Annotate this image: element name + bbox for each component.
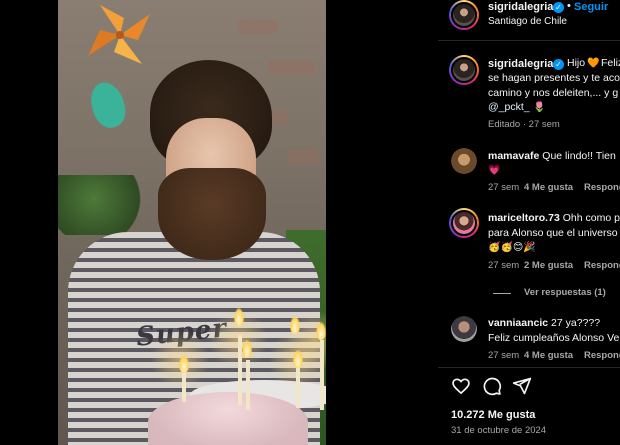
birthday-cake — [148, 392, 308, 445]
view-replies-button[interactable]: Ver respuestas (1) — [524, 287, 606, 298]
instagram-post-modal: Super sigridalegria ✓ • Seguir — [0, 0, 620, 445]
commenter-avatar[interactable] — [451, 316, 477, 342]
comment-text: vanniaancic 27 ya???? — [488, 316, 600, 331]
brick — [288, 150, 318, 164]
commenter-avatar[interactable] — [451, 148, 477, 174]
commenter-avatar[interactable] — [449, 208, 479, 238]
comment-likes[interactable]: 4 Me gusta — [524, 350, 573, 361]
commenter-username[interactable]: vanniaancic — [488, 317, 548, 329]
candle-flame — [179, 355, 189, 373]
post-detail-panel: sigridalegria ✓ • Seguir Santiago de Chi… — [438, 0, 620, 445]
separator-dot: • — [567, 0, 571, 12]
candle-flame — [234, 308, 244, 326]
candle — [296, 368, 300, 408]
comment-time: 27 sem — [488, 260, 520, 271]
candle-flame — [242, 340, 252, 358]
comment-likes[interactable]: 2 Me gusta — [524, 260, 573, 271]
caption-text: Feliz — [601, 57, 620, 69]
comment-text: para Alonso que el universo — [488, 227, 618, 239]
verified-badge-icon: ✓ — [553, 59, 564, 70]
comment-time: 27 sem — [488, 182, 520, 193]
divider — [438, 367, 620, 368]
comment-icon[interactable] — [482, 376, 502, 396]
caption-text-start: Hijo — [567, 57, 586, 69]
party-emojis: 🥳🥳😊🎉 — [488, 242, 536, 253]
location-link[interactable]: Santiago de Chile — [488, 16, 567, 27]
candle — [238, 335, 242, 405]
follow-button[interactable]: Seguir — [574, 1, 608, 13]
candle — [246, 360, 250, 410]
like-count[interactable]: 10.272 Me gusta — [451, 409, 535, 421]
tulip-emoji: 🌷 — [533, 102, 546, 113]
reply-button[interactable]: Respond — [584, 182, 620, 193]
candle-flame — [290, 316, 300, 334]
beard — [158, 168, 266, 260]
reply-button[interactable]: Respond — [584, 260, 620, 271]
divider — [438, 40, 620, 41]
share-icon[interactable] — [512, 376, 532, 396]
caption-author-username[interactable]: sigridalegria — [488, 58, 553, 70]
author-username[interactable]: sigridalegria — [488, 1, 553, 13]
comment-body: Que lindo!! Tien — [542, 150, 616, 162]
candle — [182, 372, 186, 402]
candle — [320, 340, 324, 410]
like-icon[interactable] — [451, 376, 471, 396]
comment-text: Feliz cumpleaños Alonso Ve — [488, 332, 620, 344]
plant-leaves — [58, 175, 148, 235]
comment-text: mariceltoro.73 Ohh como p — [488, 211, 620, 226]
mention-link[interactable]: @_pckt_ — [488, 101, 530, 113]
brick — [238, 20, 278, 34]
brick — [268, 60, 314, 74]
comment-body: Ohh como p — [562, 212, 620, 224]
author-avatar[interactable] — [449, 0, 479, 30]
post-date: 31 de octubre de 2024 — [451, 425, 547, 436]
pink-heart-emoji: 💗 — [488, 165, 501, 176]
commenter-username[interactable]: mariceltoro.73 — [488, 212, 560, 224]
candle-flame — [293, 350, 303, 368]
candle-flame — [316, 322, 326, 340]
caption-text: se hagan presentes y te aco — [488, 72, 620, 84]
replies-line — [493, 293, 511, 294]
comment-body: 27 ya???? — [551, 317, 601, 329]
comment-time: 27 sem — [488, 350, 520, 361]
caption-author-avatar[interactable] — [449, 55, 479, 85]
reply-button[interactable]: Respond — [584, 350, 620, 361]
comment-likes[interactable]: 4 Me gusta — [524, 182, 573, 193]
orange-heart-emoji: 🧡 — [587, 58, 600, 69]
commenter-username[interactable]: mamavafe — [488, 150, 539, 162]
post-header: sigridalegria ✓ • Seguir Santiago de Chi… — [438, 0, 620, 40]
comment-text: mamavafe Que lindo!! Tien — [488, 149, 616, 164]
pinwheel-decoration — [88, 5, 150, 64]
verified-badge-icon: ✓ — [553, 2, 564, 13]
post-photo[interactable]: Super — [58, 0, 326, 445]
caption-meta: Editado · 27 sem — [488, 119, 560, 130]
caption-text: camino y nos deleiten,... y g — [488, 87, 619, 99]
